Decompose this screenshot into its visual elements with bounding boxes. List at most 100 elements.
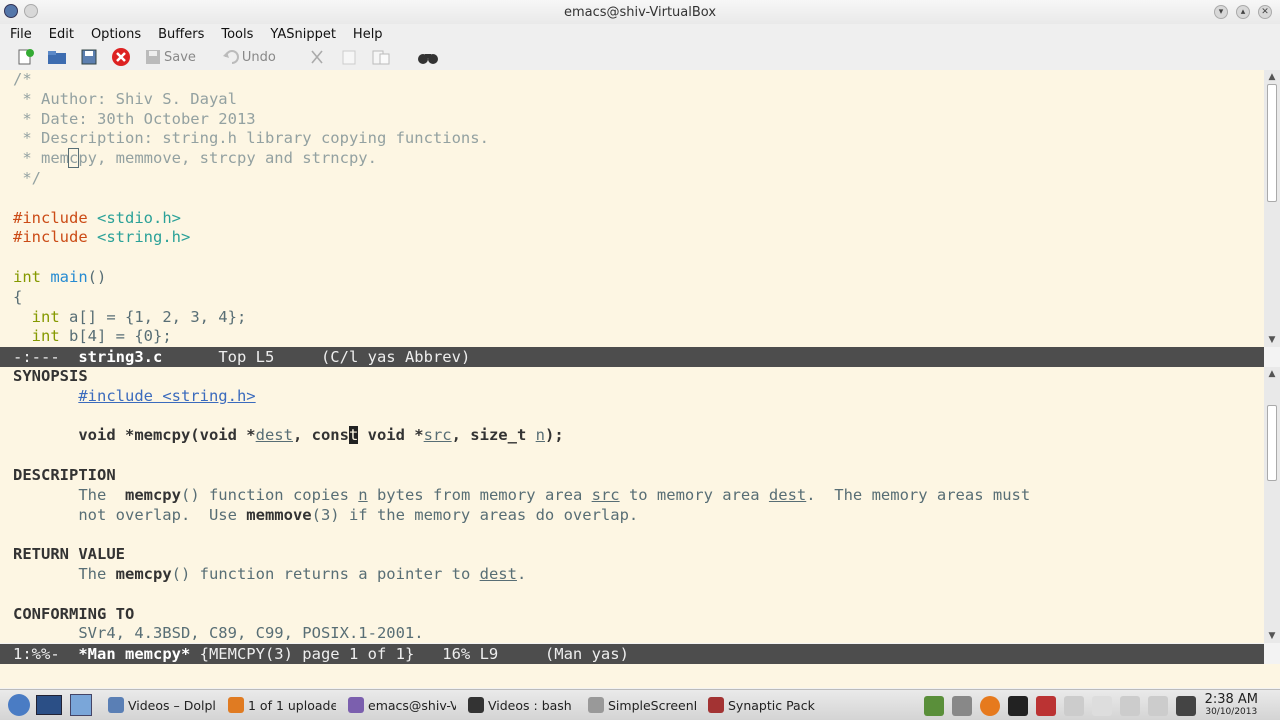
paste-button[interactable] <box>370 47 392 67</box>
man-text: () function copies <box>180 485 359 504</box>
search-button[interactable] <box>416 47 438 67</box>
source-editor[interactable]: /* * Author: Shiv S. Dayal * Date: 30th … <box>0 70 1264 347</box>
minimize-icon[interactable]: ▾ <box>1214 5 1228 19</box>
editor-scrollbar[interactable]: ▲ ▼ <box>1264 70 1280 347</box>
folder-icon <box>46 47 68 67</box>
save-label: Save <box>164 49 196 65</box>
taskbar-task[interactable]: Videos : bash <box>464 692 576 718</box>
man-scrollbar[interactable]: ▲ ▼ <box>1264 367 1280 643</box>
man-text: to memory area <box>619 485 769 504</box>
save-button[interactable]: Save <box>142 47 196 67</box>
code-text: a[] = {1, 2, 3, 4}; <box>69 307 247 326</box>
printer-icon[interactable] <box>952 696 972 716</box>
man-page-buffer[interactable]: SYNOPSIS #include <string.h> void *memcp… <box>0 367 1264 643</box>
window-titlebar: emacs@shiv-VirtualBox ▾ ▴ ✕ <box>0 0 1280 24</box>
show-desktop-icon[interactable] <box>36 695 62 715</box>
menu-bar: File Edit Options Buffers Tools YASnippe… <box>0 24 1280 44</box>
menu-edit[interactable]: Edit <box>49 27 82 42</box>
battery-icon[interactable] <box>1176 696 1196 716</box>
task-label: 1 of 1 uploade <box>248 697 336 713</box>
window-title: emacs@shiv-VirtualBox <box>563 5 717 20</box>
man-text: src <box>423 426 452 445</box>
menu-file[interactable]: File <box>10 27 40 42</box>
taskbar-task[interactable]: 1 of 1 uploade <box>224 692 336 718</box>
man-line: void *memcpy(void *dest, const void *src… <box>13 426 1264 446</box>
copy-button[interactable] <box>338 47 360 67</box>
buffer-name[interactable]: string3.c <box>78 348 162 366</box>
disk-icon <box>78 47 100 67</box>
task-label: Videos : bash <box>488 697 572 713</box>
undo-button[interactable]: Undo <box>220 47 276 67</box>
code-text: c <box>67 148 80 169</box>
clock[interactable]: 2:38 AM 30/10/2013 <box>1205 692 1258 717</box>
taskbar-task[interactable]: Videos – Dolpl <box>104 692 216 718</box>
clock-time: 2:38 AM <box>1204 692 1258 707</box>
open-dir-button[interactable] <box>46 47 68 67</box>
taskbar-task[interactable]: Synaptic Pack <box>704 692 816 718</box>
code-text: * Author: Shiv S. Dayal <box>13 89 237 108</box>
save-file-button[interactable] <box>78 47 100 67</box>
man-line: The memcpy() function returns a pointer … <box>13 565 1264 585</box>
man-text: src <box>591 485 620 504</box>
tray-apple-icon[interactable] <box>1036 696 1056 716</box>
modeline-man[interactable]: 1:%%- *Man memcpy* {MEMCPY(3) page 1 of … <box>0 644 1264 664</box>
code-text: #include <box>13 228 97 247</box>
shield-icon[interactable] <box>1064 696 1084 716</box>
task-app-icon <box>108 697 124 713</box>
scroll-thumb[interactable] <box>1267 84 1277 202</box>
scissors-icon <box>306 47 328 67</box>
man-buffer-name[interactable]: *Man memcpy* <box>78 645 190 663</box>
man-scroll-up-icon[interactable]: ▲ <box>1264 367 1280 381</box>
man-line: SYNOPSIS <box>13 367 1264 387</box>
man-text: , size_t <box>451 426 536 445</box>
cut-button[interactable] <box>306 47 328 67</box>
code-text: * Date: 30th October 2013 <box>13 109 256 128</box>
paste-icon <box>370 47 392 67</box>
undo-icon <box>220 47 242 67</box>
close-icon[interactable]: ✕ <box>1258 5 1272 19</box>
minibuffer[interactable] <box>0 664 1280 688</box>
file-manager-icon[interactable] <box>70 694 92 716</box>
modeline-info: Top L5 (C/l yas Abbrev) <box>162 348 471 366</box>
menu-yasnippet[interactable]: YASnippet <box>270 27 344 42</box>
new-file-button[interactable] <box>14 47 36 67</box>
man-text: n <box>358 485 368 504</box>
kde-menu-icon[interactable] <box>8 694 30 716</box>
mail-icon[interactable] <box>924 696 944 716</box>
menu-help[interactable]: Help <box>353 27 391 42</box>
man-text: #include <string.h> <box>78 386 256 405</box>
network-icon[interactable] <box>1120 696 1140 716</box>
new-file-icon <box>14 47 36 67</box>
menu-tools[interactable]: Tools <box>221 27 261 42</box>
menu-options[interactable]: Options <box>91 27 149 42</box>
man-text: DESCRIPTION <box>13 465 116 484</box>
close-buffer-button[interactable] <box>110 47 132 67</box>
maximize-icon[interactable]: ▴ <box>1236 5 1250 19</box>
taskbar-task[interactable]: emacs@shiv-V <box>344 692 456 718</box>
code-text: * mem <box>13 149 69 168</box>
firefox-icon[interactable] <box>980 696 1000 716</box>
menu-buffers[interactable]: Buffers <box>158 27 212 42</box>
task-label: Videos – Dolpl <box>128 697 216 713</box>
scroll-down-icon[interactable]: ▼ <box>1264 333 1280 347</box>
terminal-icon[interactable] <box>1008 696 1028 716</box>
code-text: b[4] = {0}; <box>69 327 172 346</box>
task-label: SimpleScreenI <box>608 697 696 713</box>
close-circle-icon <box>110 47 132 67</box>
man-line: DESCRIPTION <box>13 466 1264 486</box>
man-line: SVr4, 4.3BSD, C89, C99, POSIX.1-2001. <box>13 624 1264 643</box>
modeline-source[interactable]: -:--- string3.c Top L5 (C/l yas Abbrev) <box>0 347 1264 367</box>
code-line: int a[] = {1, 2, 3, 4}; <box>13 308 1264 328</box>
scroll-up-icon[interactable]: ▲ <box>1264 70 1280 84</box>
man-text: (3) if the memory areas do overlap. <box>311 505 639 524</box>
man-scroll-down-icon[interactable]: ▼ <box>1264 629 1280 643</box>
man-scroll-thumb[interactable] <box>1267 405 1277 481</box>
volume-icon[interactable] <box>1148 696 1168 716</box>
taskbar-task[interactable]: SimpleScreenI <box>584 692 696 718</box>
scissors-tray-icon[interactable] <box>1092 696 1112 716</box>
man-text: dest <box>768 485 807 504</box>
undo-label: Undo <box>241 49 276 65</box>
task-app-icon <box>468 697 484 713</box>
man-line <box>13 525 1264 545</box>
save-icon <box>142 47 164 67</box>
